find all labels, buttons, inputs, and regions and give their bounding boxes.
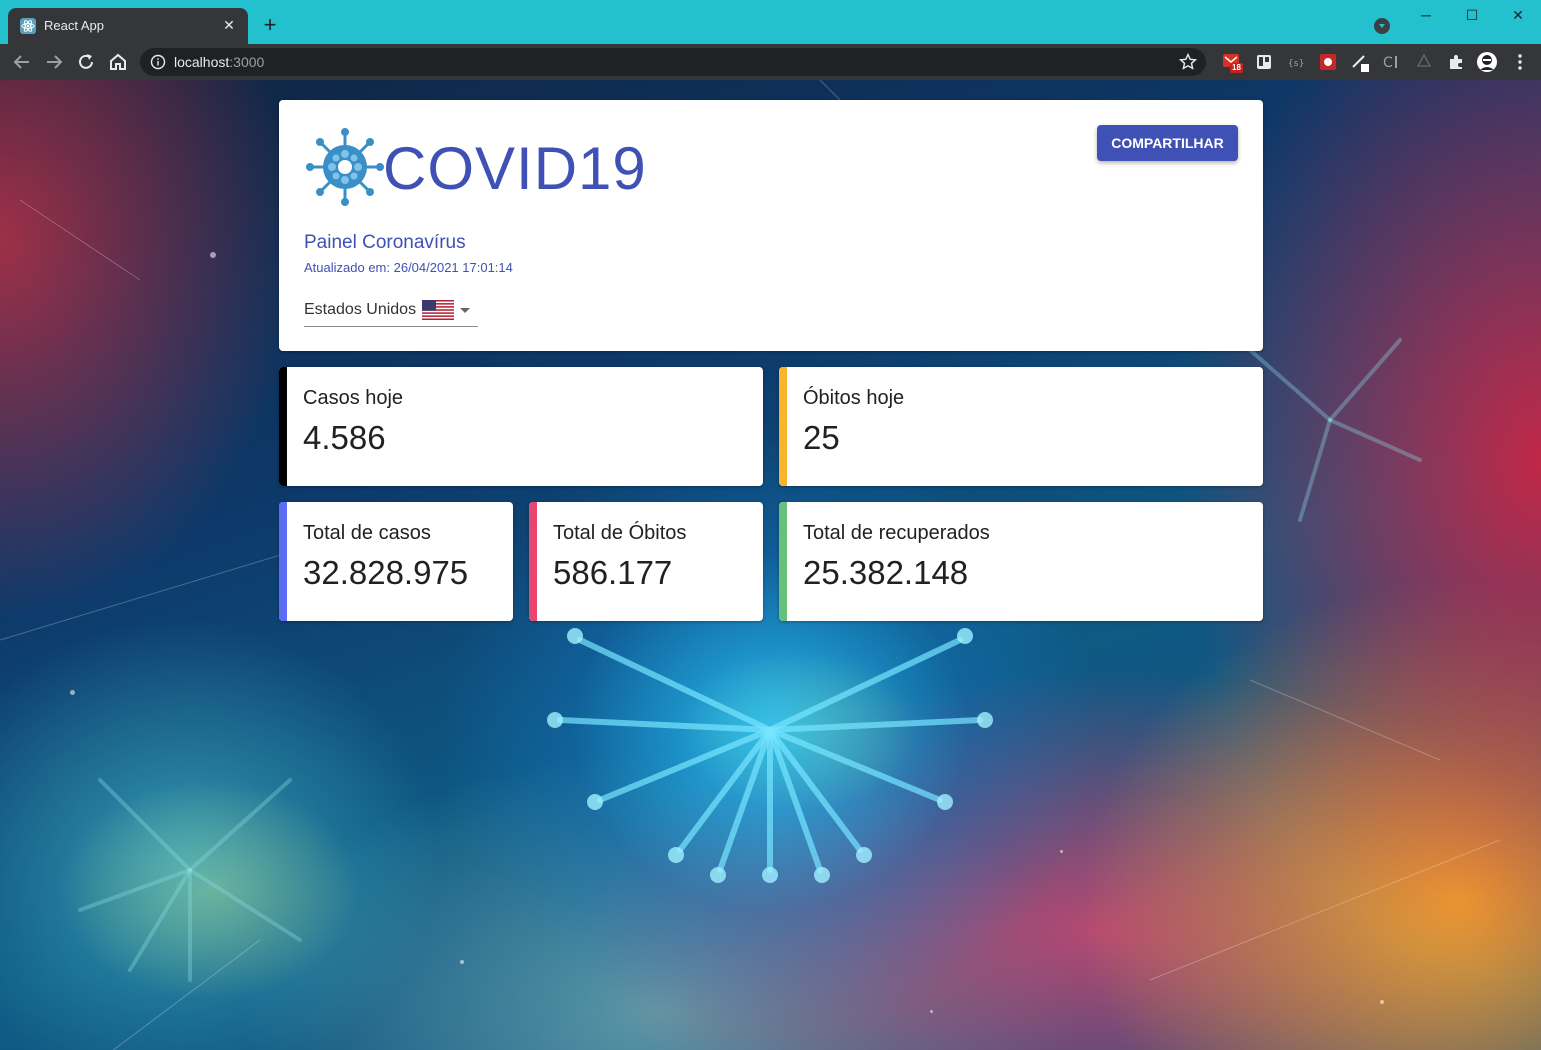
stat-value: 4.586	[303, 419, 386, 456]
profile-avatar-icon[interactable]	[1476, 51, 1498, 73]
pixel-extension-icon[interactable]	[1318, 52, 1338, 72]
trello-extension-icon[interactable]	[1254, 52, 1274, 72]
background-speck	[930, 1010, 933, 1013]
tab-search-icon[interactable]	[1374, 18, 1390, 34]
stat-card-cases-today: Casos hoje 4.586	[279, 367, 763, 486]
stat-accent-bar	[279, 502, 287, 621]
background-speck	[70, 690, 75, 695]
bookmark-star-icon[interactable]	[1178, 52, 1198, 72]
stat-label: Óbitos hoje	[803, 387, 905, 409]
stat-label: Total de recuperados	[803, 522, 990, 544]
updated-timestamp: Atualizado em: 26/04/2021 17:01:14	[304, 260, 513, 275]
browser-toolbar: localhost:3000 18 {s} C	[0, 44, 1541, 80]
tab-close-icon[interactable]: ✕	[220, 16, 238, 34]
country-select[interactable]: Estados Unidos	[304, 296, 478, 327]
stat-accent-bar	[279, 367, 287, 486]
menu-kebab-icon[interactable]	[1510, 52, 1530, 72]
recycle-extension-icon[interactable]	[1414, 52, 1434, 72]
svg-text:{s}: {s}	[1288, 59, 1304, 69]
us-flag-icon	[422, 300, 454, 320]
stat-accent-bar	[779, 367, 787, 486]
url-text: localhost:3000	[174, 54, 265, 70]
country-select-value: Estados Unidos	[304, 301, 417, 318]
browser-tab[interactable]: React App ✕	[8, 8, 248, 44]
background-speck	[1060, 850, 1063, 853]
share-button[interactable]: COMPARTILHAR	[1097, 125, 1238, 161]
gmail-extension-icon[interactable]: 18	[1222, 52, 1243, 73]
reload-icon[interactable]	[74, 50, 98, 74]
back-icon[interactable]	[10, 50, 34, 74]
svg-text:C: C	[1383, 55, 1393, 71]
stat-value: 32.828.975	[303, 554, 469, 591]
json-extension-icon[interactable]: {s}	[1286, 52, 1306, 72]
extensions-puzzle-icon[interactable]	[1446, 52, 1466, 72]
stat-label: Total de Óbitos	[553, 522, 687, 544]
stat-accent-bar	[779, 502, 787, 621]
stat-label: Total de casos	[303, 522, 431, 544]
background-speck	[460, 960, 464, 964]
page-background: COVID19 COMPARTILHAR Painel Coronavírus …	[0, 80, 1541, 1050]
app-logo-text: COVID19	[383, 135, 647, 202]
info-icon[interactable]	[150, 54, 166, 70]
stat-value: 586.177	[553, 554, 673, 591]
home-icon[interactable]	[106, 50, 130, 74]
header-card: COVID19 COMPARTILHAR Painel Coronavírus …	[279, 100, 1263, 351]
background-speck	[210, 252, 216, 258]
tab-title: React App	[44, 18, 104, 33]
background-speck	[1380, 1000, 1384, 1004]
stat-card-total-cases: Total de casos 32.828.975	[279, 502, 513, 621]
browser-titlebar: React App ✕ + ─ ☐ ✕	[0, 0, 1541, 44]
stat-label: Casos hoje	[303, 387, 404, 409]
address-bar[interactable]: localhost:3000	[140, 48, 1206, 76]
stat-value: 25	[803, 419, 840, 456]
stat-card-total-deaths: Total de Óbitos 586.177	[529, 502, 763, 621]
react-icon	[20, 18, 36, 34]
code-extension-icon[interactable]: C	[1382, 52, 1402, 72]
gmail-badge: 18	[1232, 63, 1241, 72]
close-window-icon[interactable]: ✕	[1495, 4, 1541, 26]
panel-title: Painel Coronavírus	[304, 232, 466, 253]
stat-value: 25.382.148	[803, 554, 969, 591]
stat-card-total-recovered: Total de recuperados 25.382.148	[779, 502, 1263, 621]
stat-accent-bar	[529, 502, 537, 621]
maximize-icon[interactable]: ☐	[1449, 4, 1495, 26]
new-tab-icon[interactable]: +	[258, 14, 282, 38]
color-picker-extension-icon[interactable]	[1350, 52, 1370, 72]
chevron-down-icon	[460, 308, 470, 313]
stat-card-deaths-today: Óbitos hoje 25	[779, 367, 1263, 486]
forward-icon[interactable]	[42, 50, 66, 74]
virus-logo-icon	[306, 128, 384, 206]
minimize-icon[interactable]: ─	[1403, 4, 1449, 26]
